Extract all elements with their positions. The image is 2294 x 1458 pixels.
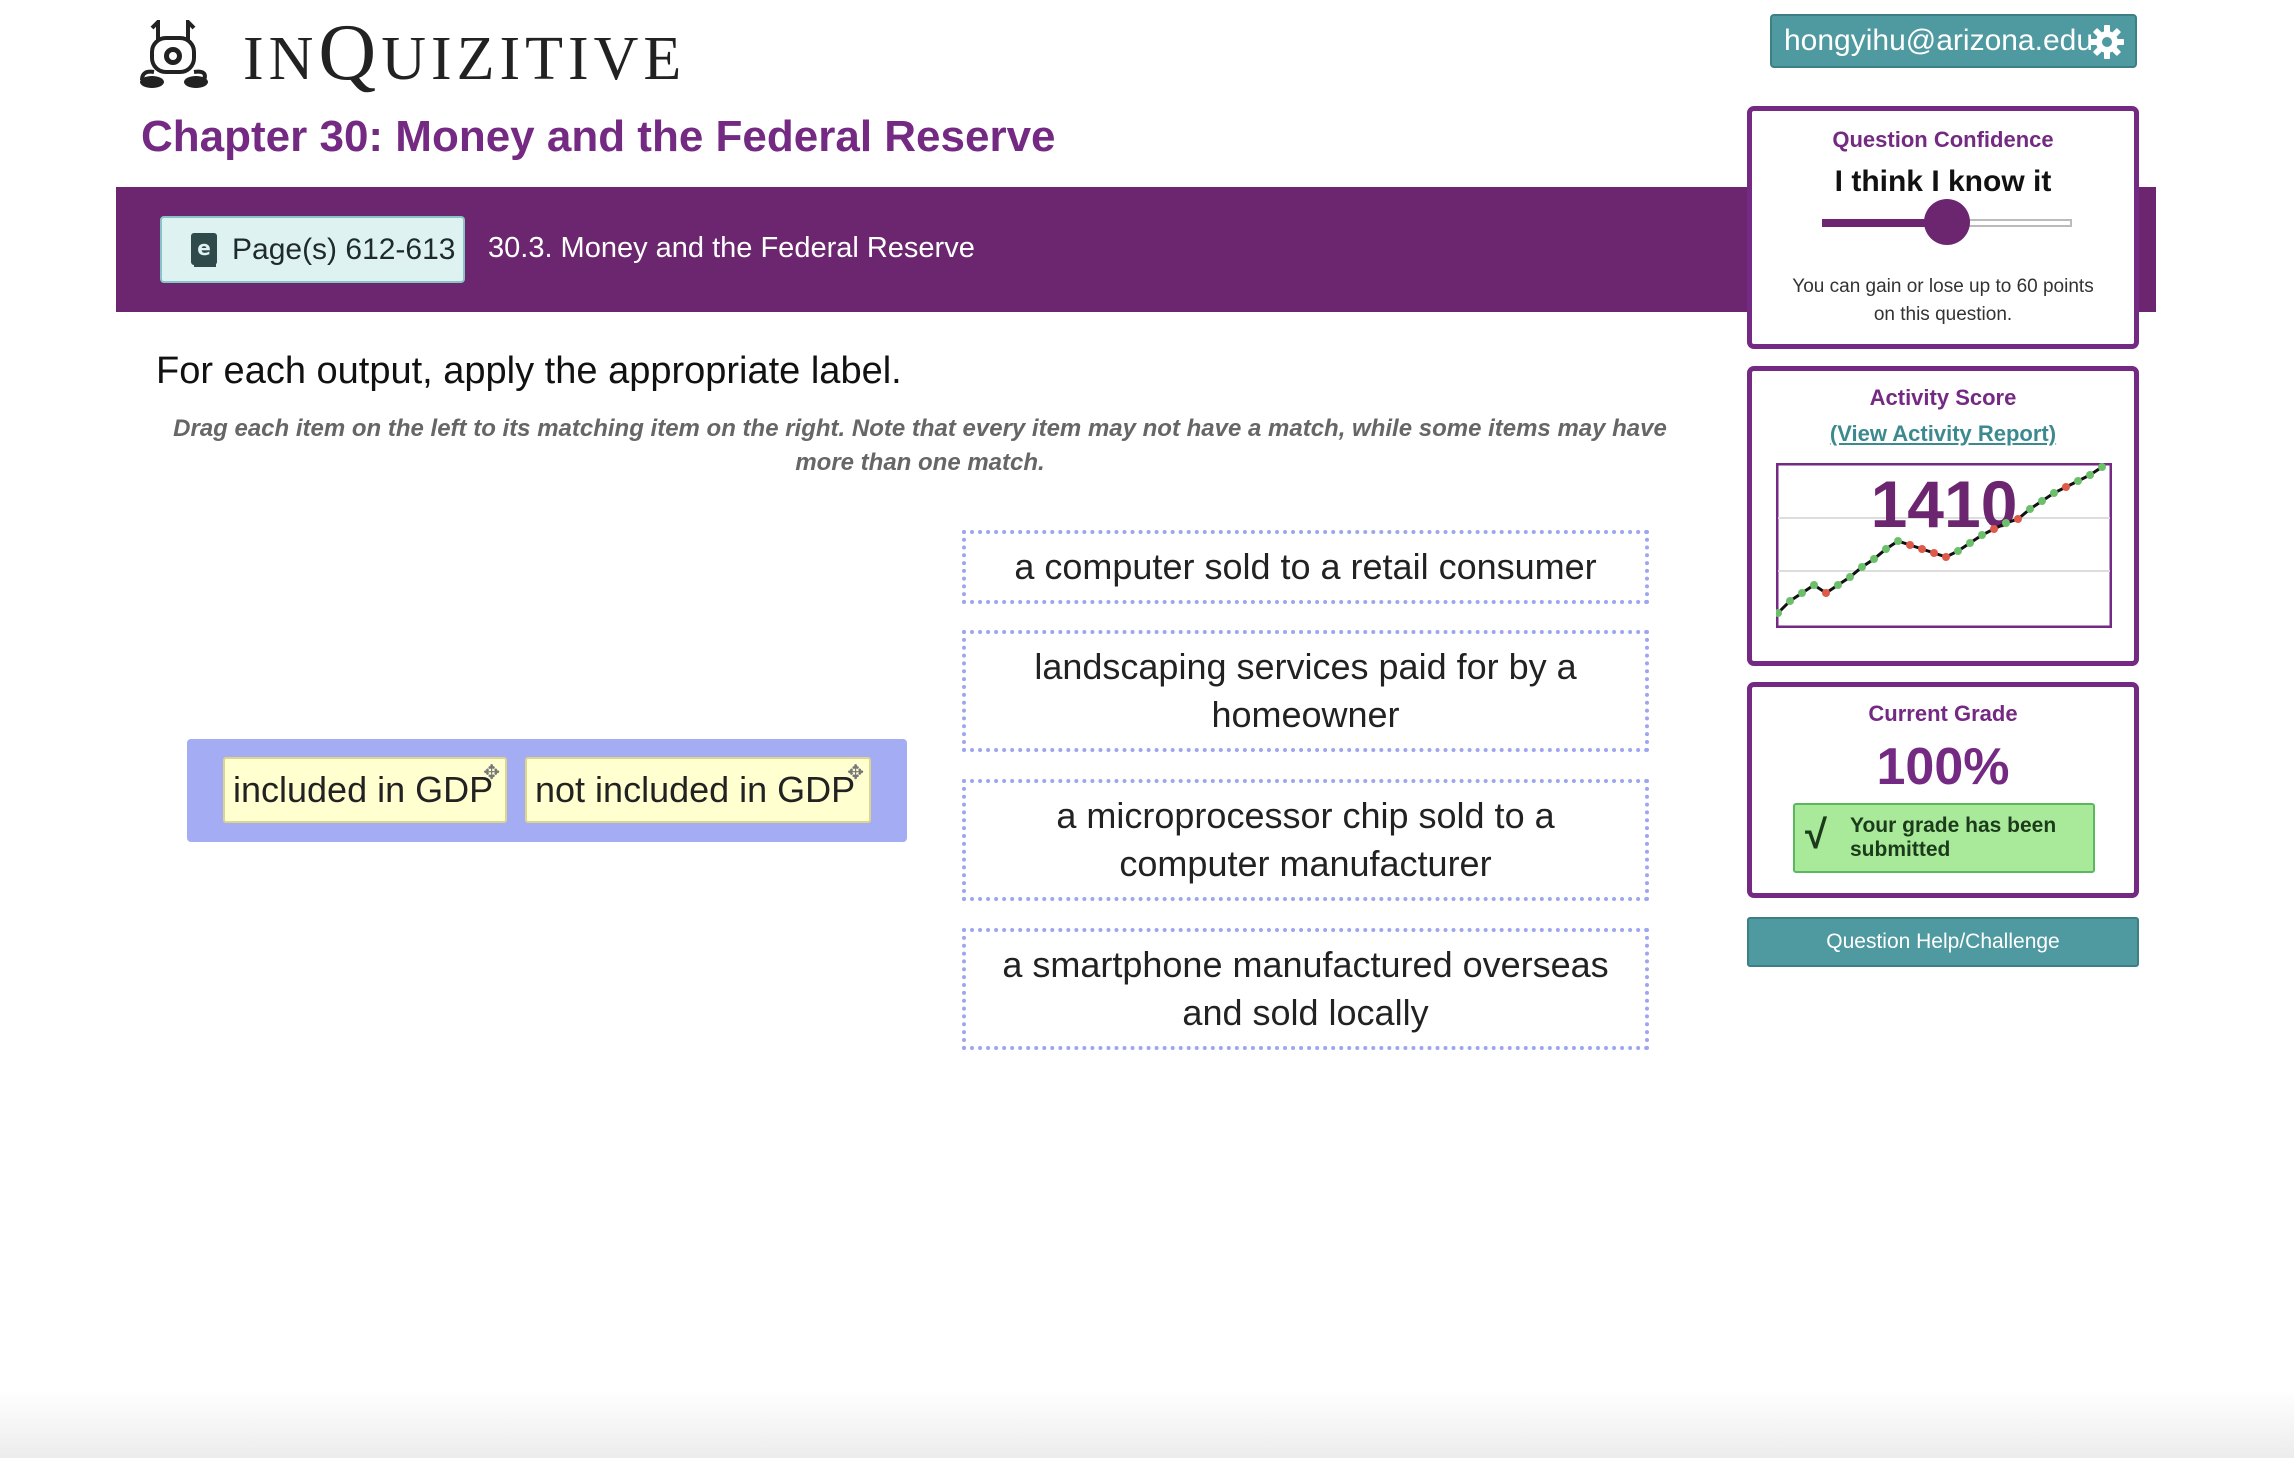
pages-label: Page(s) 612-613 [232, 232, 456, 266]
move-icon: ✥ [483, 762, 500, 784]
confidence-value: I think I know it [1834, 165, 2052, 198]
grade-submitted-text: Your grade has been submitted [1850, 814, 2057, 861]
confidence-title: Question Confidence [1832, 127, 2054, 152]
drop-target[interactable]: a computer sold to a retail consumer [962, 530, 1649, 604]
section-label: 30.3. Money and the Federal Reserve [488, 232, 975, 264]
current-grade-panel: Current Grade 100% √ Your grade has been… [1747, 682, 2139, 898]
question-prompt: For each output, apply the appropriate l… [156, 350, 902, 392]
slider-handle[interactable] [1924, 199, 1970, 245]
grade-submitted-badge: √ Your grade has been submitted [1793, 803, 2095, 873]
activity-score-panel: Activity Score (View Activity Report) 14… [1747, 366, 2139, 666]
checkmark-icon: √ [1805, 813, 1827, 857]
question-instructions: Drag each item on the left to its matchi… [173, 415, 1667, 476]
user-account-button[interactable]: hongyihu@arizona.edu [1770, 14, 2137, 68]
page-footer-shade [0, 1390, 2294, 1458]
label-text: not included in GDP [535, 769, 856, 810]
target-text: a microprocessor chip sold to a computer… [1056, 795, 1555, 884]
current-grade-value: 100% [1876, 738, 2010, 796]
user-email: hongyihu@arizona.edu [1784, 24, 2094, 57]
drop-target[interactable]: a microprocessor chip sold to a computer… [962, 779, 1649, 901]
question-help-button[interactable]: Question Help/Challenge [1747, 917, 2139, 967]
target-text: a smartphone manufactured overseas and s… [1002, 944, 1609, 1033]
current-grade-title: Current Grade [1868, 701, 2018, 726]
brand-name: INQUIZITIVE [243, 9, 687, 97]
drop-target[interactable]: a smartphone manufactured overseas and s… [962, 928, 1649, 1050]
ebook-icon: e [191, 232, 217, 267]
target-text: landscaping services paid for by a homeo… [1034, 646, 1577, 735]
activity-score-title: Activity Score [1869, 385, 2017, 410]
confidence-slider[interactable] [1822, 199, 2072, 245]
draggable-label-not-included[interactable]: not included in GDP ✥ [525, 757, 871, 823]
confidence-panel: Question Confidence I think I know it Yo… [1747, 106, 2139, 349]
ebook-pages-button[interactable]: e Page(s) 612-613 [160, 216, 465, 283]
gear-icon [2090, 25, 2124, 59]
chapter-title: Chapter 30: Money and the Federal Reserv… [141, 112, 1056, 161]
move-icon: ✥ [847, 762, 864, 784]
view-activity-report-link[interactable]: (View Activity Report) [1752, 421, 2134, 447]
confidence-note: You can gain or lose up to 60 points on … [1792, 276, 2094, 325]
activity-score-chart: 1410 [1776, 463, 2112, 628]
target-text: a computer sold to a retail consumer [1014, 546, 1597, 587]
inquizitive-logo-icon [140, 20, 208, 88]
draggable-label-included[interactable]: included in GDP ✥ [223, 757, 507, 823]
drop-target[interactable]: landscaping services paid for by a homeo… [962, 630, 1649, 752]
svg-text:e: e [197, 236, 211, 260]
label-text: included in GDP [233, 769, 494, 810]
